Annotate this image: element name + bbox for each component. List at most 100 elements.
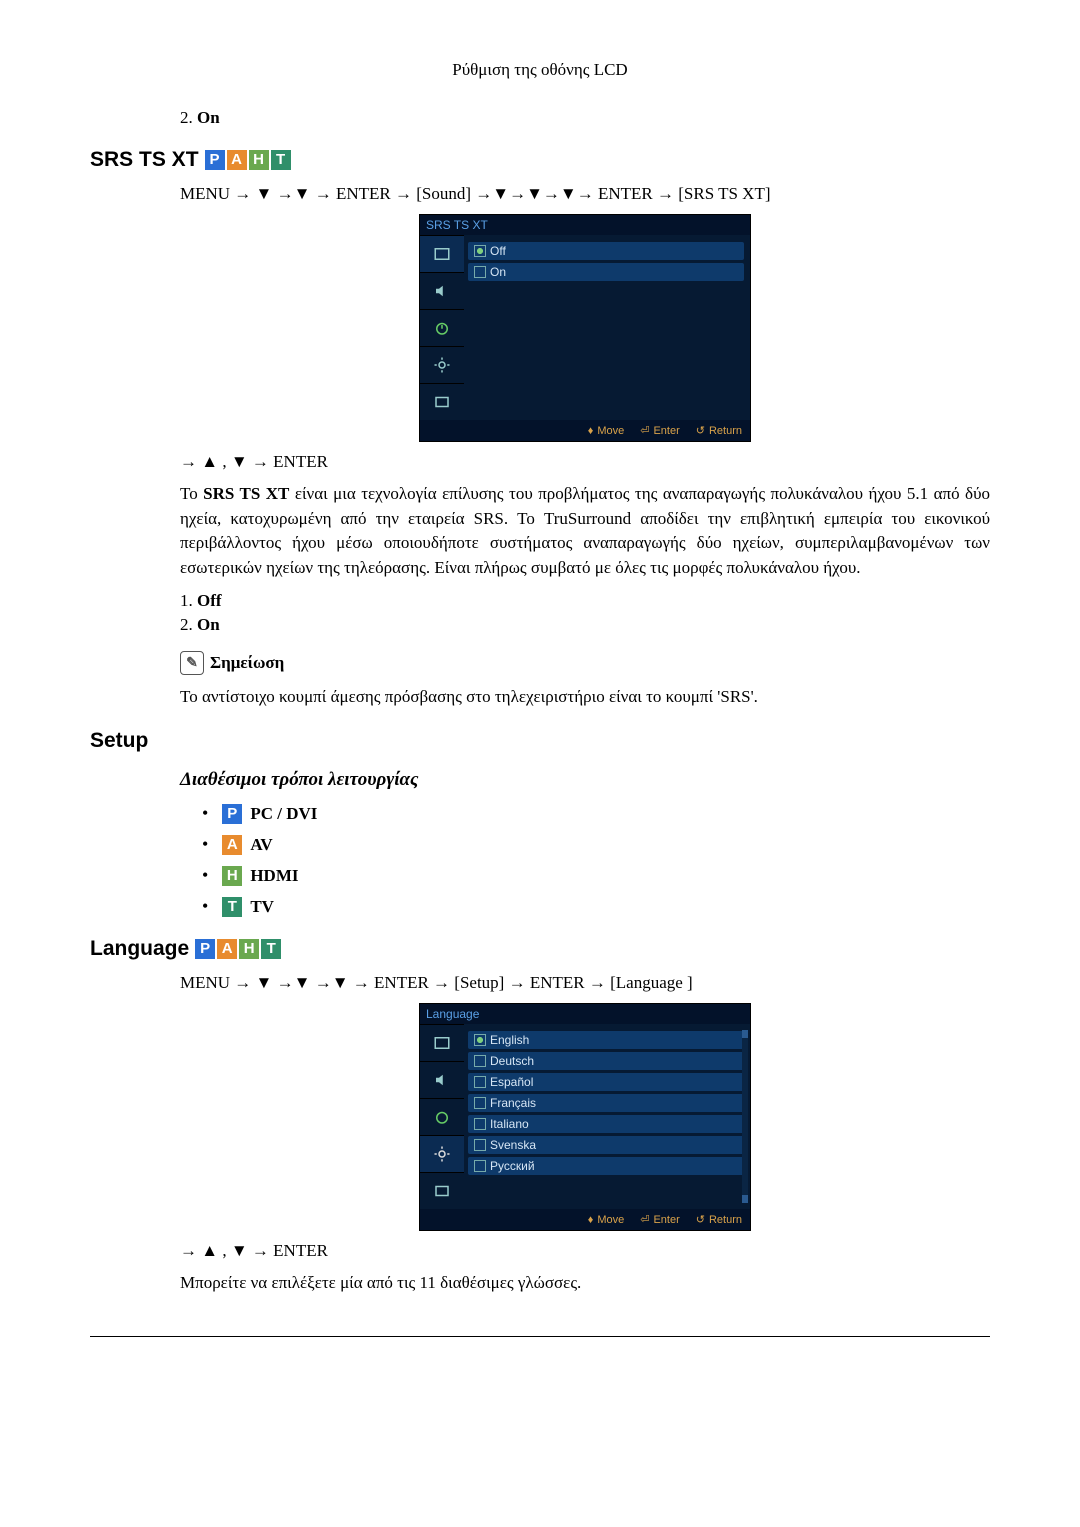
- osd-title: SRS TS XT: [420, 215, 750, 235]
- osd-item-label: Русский: [490, 1159, 535, 1173]
- radio-icon: [474, 1118, 486, 1130]
- note-text: Το αντίστοιχο κουμπί άμεσης πρόσβασης στ…: [180, 685, 990, 710]
- osd-footer-enter: ⏎Enter: [640, 1213, 680, 1226]
- srs-description: Το SRS TS XT είναι μια τεχνολογία επίλυσ…: [180, 482, 990, 581]
- badge-h-icon: H: [249, 150, 269, 170]
- note-icon: ✎: [180, 651, 204, 675]
- osd-item-on[interactable]: On: [468, 263, 744, 281]
- srs-option-on: 2. On: [180, 615, 990, 635]
- language-nav-after: → ▲ , ▼ → ENTER: [180, 1241, 990, 1261]
- osd-item-label: Deutsch: [490, 1054, 534, 1068]
- language-title: Language: [90, 937, 189, 961]
- osd-item-label: Français: [490, 1096, 536, 1110]
- scroll-down-icon[interactable]: [742, 1195, 748, 1203]
- language-heading: Language P A H T: [90, 937, 990, 961]
- badge-t-icon: T: [222, 897, 242, 917]
- osd-footer: ♦Move ⏎Enter ↺Return: [420, 1209, 750, 1230]
- osd-icon-timer-icon: [420, 309, 464, 346]
- page-header: Ρύθμιση της οθόνης LCD: [90, 60, 990, 80]
- osd-item-off[interactable]: Off: [468, 242, 744, 260]
- srs-title: SRS TS XT: [90, 148, 199, 172]
- mode-tv: T TV: [202, 896, 990, 917]
- osd-footer-return: ↺Return: [696, 1213, 742, 1226]
- osd-item-francais[interactable]: Français: [468, 1094, 744, 1112]
- osd-icon-input-icon: [420, 1172, 464, 1209]
- mode-pc-dvi: P PC / DVI: [202, 803, 990, 824]
- osd-item-russian[interactable]: Русский: [468, 1157, 744, 1175]
- osd-icon-picture-icon: [420, 1024, 464, 1061]
- move-icon: ♦: [588, 1214, 594, 1226]
- badge-t-icon: T: [271, 150, 291, 170]
- setup-title: Setup: [90, 729, 148, 753]
- option-label: On: [197, 108, 220, 127]
- badge-h-icon: H: [222, 866, 242, 886]
- scroll-up-icon[interactable]: [742, 1030, 748, 1038]
- mode-label: TV: [250, 897, 274, 917]
- return-icon: ↺: [696, 1213, 705, 1226]
- osd-side-icons: [420, 235, 464, 420]
- radio-icon: [474, 1034, 486, 1046]
- osd-footer-move: ♦Move: [588, 1213, 625, 1226]
- option-num: 2.: [180, 615, 193, 634]
- osd-item-italiano[interactable]: Italiano: [468, 1115, 744, 1133]
- radio-icon: [474, 1160, 486, 1172]
- badge-p-icon: P: [222, 804, 242, 824]
- badge-a-icon: A: [227, 150, 247, 170]
- enter-icon: ⏎: [640, 1213, 649, 1226]
- radio-icon: [474, 1139, 486, 1151]
- srs-option-off: 1. Off: [180, 591, 990, 611]
- badge-t-icon: T: [261, 939, 281, 959]
- osd-item-espanol[interactable]: Español: [468, 1073, 744, 1091]
- osd-footer-enter: ⏎Enter: [640, 424, 680, 437]
- osd-icon-sound-icon: [420, 1061, 464, 1098]
- radio-icon: [474, 1097, 486, 1109]
- mode-av: AAV: [202, 834, 990, 855]
- note-label: Σημείωση: [210, 653, 284, 673]
- osd-icon-sound-icon: [420, 272, 464, 309]
- srs-heading: SRS TS XT P A H T: [90, 148, 990, 172]
- srs-osd: SRS TS XT Off On ♦Move ⏎Enter ↺Return: [419, 214, 751, 442]
- mode-label: HDMI: [250, 866, 298, 886]
- osd-item-english[interactable]: English: [468, 1031, 744, 1049]
- return-icon: ↺: [696, 424, 705, 437]
- move-icon: ♦: [588, 425, 594, 437]
- osd-item-label: Off: [490, 244, 506, 258]
- language-description: Μπορείτε να επιλέξετε μία από τις 11 δια…: [180, 1271, 990, 1296]
- language-osd: Language English Deutsch Español Françai…: [419, 1003, 751, 1231]
- osd-item-label: English: [490, 1033, 529, 1047]
- srs-nav-path: MENU → ▼ →▼ → ENTER → [Sound] →▼→▼→▼→ EN…: [180, 184, 990, 204]
- badge-a-icon: A: [222, 835, 242, 855]
- osd-scrollbar[interactable]: [742, 1030, 748, 1203]
- srs-badges: P A H T: [205, 150, 291, 170]
- option-label: Off: [197, 591, 222, 610]
- osd-item-label: Italiano: [490, 1117, 529, 1131]
- note-heading: ✎ Σημείωση: [180, 651, 990, 675]
- badge-h-icon: H: [239, 939, 259, 959]
- badge-p-icon: P: [195, 939, 215, 959]
- modes-list: P PC / DVI AAV H HDMI T TV: [202, 803, 990, 917]
- osd-item-deutsch[interactable]: Deutsch: [468, 1052, 744, 1070]
- osd-item-label: On: [490, 265, 506, 279]
- osd-footer-move: ♦Move: [588, 424, 625, 437]
- option-label: On: [197, 615, 220, 634]
- osd-item-label: Svenska: [490, 1138, 536, 1152]
- badge-p-icon: P: [205, 150, 225, 170]
- radio-icon: [474, 266, 486, 278]
- mode-label: PC / DVI: [250, 804, 317, 824]
- option-num: 1.: [180, 591, 193, 610]
- osd-option-list: Off On: [464, 235, 750, 420]
- osd-icon-setup-icon: [420, 1135, 464, 1172]
- mode-hdmi: H HDMI: [202, 865, 990, 886]
- setup-subheading: Διαθέσιμοι τρόποι λειτουργίας: [180, 769, 990, 791]
- language-badges: P A H T: [195, 939, 281, 959]
- osd-icon-input-icon: [420, 383, 464, 420]
- osd-footer: ♦Move ⏎Enter ↺Return: [420, 420, 750, 441]
- srs-nav-after: → ▲ , ▼ → ENTER: [180, 452, 990, 472]
- osd-icon-setup-icon: [420, 346, 464, 383]
- option-num: 2.: [180, 108, 193, 127]
- osd-side-icons: [420, 1024, 464, 1209]
- osd-item-svenska[interactable]: Svenska: [468, 1136, 744, 1154]
- osd-title: Language: [420, 1004, 750, 1024]
- setup-heading: Setup: [90, 729, 990, 753]
- radio-icon: [474, 1076, 486, 1088]
